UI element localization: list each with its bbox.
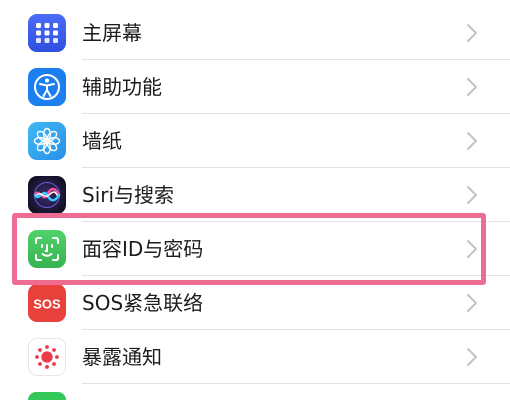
row-label: SOS紧急联络 (82, 291, 204, 315)
chevron-right-icon (466, 131, 478, 151)
row-label: 面容ID与密码 (82, 237, 204, 261)
next-row-icon-partial (28, 392, 66, 400)
settings-row-siri[interactable]: Siri与搜索 (0, 168, 510, 222)
siri-icon (28, 176, 66, 214)
chevron-right-icon (466, 23, 478, 43)
settings-row-home-screen[interactable]: 主屏幕 (0, 6, 510, 60)
sos-icon: SOS (28, 284, 66, 322)
row-label: 墙纸 (82, 129, 122, 153)
chevron-right-icon (466, 77, 478, 97)
wallpaper-icon (28, 122, 66, 160)
row-label: 辅助功能 (82, 75, 162, 99)
chevron-right-icon (466, 293, 478, 313)
settings-row-sos[interactable]: SOS SOS紧急联络 (0, 276, 510, 330)
settings-row-face-id[interactable]: 面容ID与密码 (0, 222, 510, 276)
row-label: 主屏幕 (82, 21, 142, 45)
chevron-right-icon (466, 347, 478, 367)
accessibility-icon (28, 68, 66, 106)
home-screen-icon (28, 14, 66, 52)
exposure-icon (28, 338, 66, 376)
chevron-right-icon (466, 185, 478, 205)
face-id-icon (28, 230, 66, 268)
settings-row-exposure[interactable]: 暴露通知 (0, 330, 510, 384)
svg-text:SOS: SOS (33, 297, 61, 312)
settings-list: 主屏幕 辅助功能 墙纸 Siri与搜索 面容ID与密码 SOS SOS紧急联络 … (0, 0, 510, 400)
row-label: Siri与搜索 (82, 183, 175, 207)
settings-row-wallpaper[interactable]: 墙纸 (0, 114, 510, 168)
settings-row-accessibility[interactable]: 辅助功能 (0, 60, 510, 114)
row-separator (82, 383, 510, 384)
row-label: 暴露通知 (82, 345, 162, 369)
chevron-right-icon (466, 239, 478, 259)
